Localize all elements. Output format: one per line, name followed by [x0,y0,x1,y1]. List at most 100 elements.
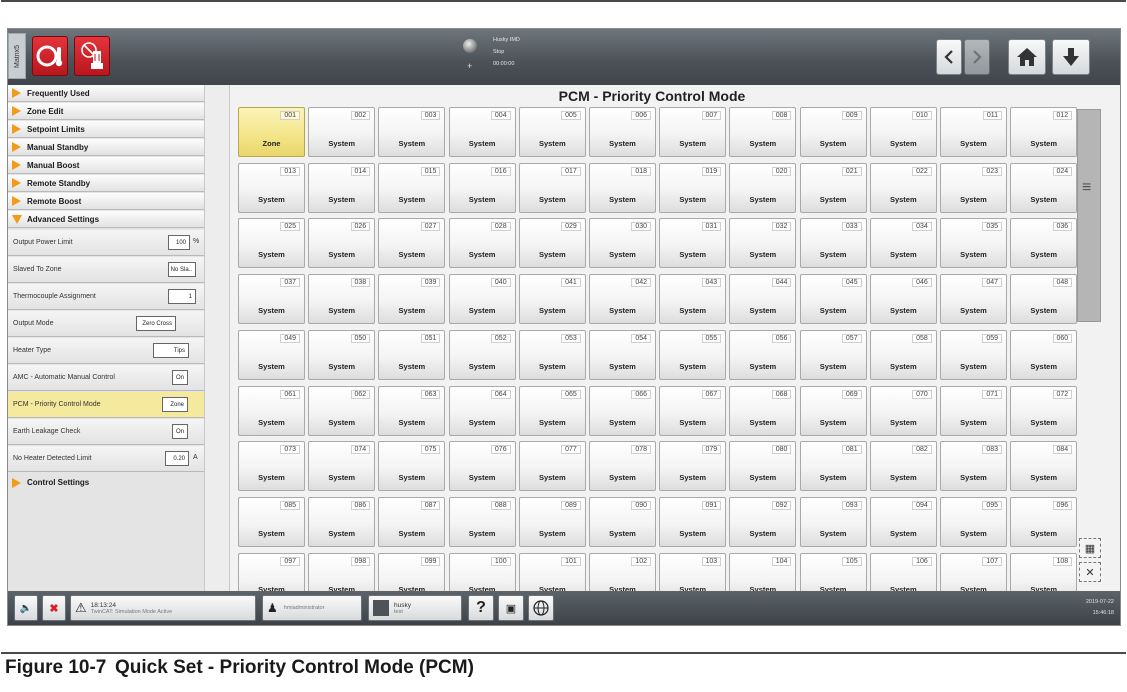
help-button[interactable]: ? [468,595,494,621]
zone-tile[interactable]: 012 System [1010,107,1078,157]
clear-selection-button[interactable]: ✕ [1079,562,1101,582]
zone-tile[interactable]: 075 System [378,441,446,492]
zone-tile[interactable]: 022 System [869,162,937,213]
download-button[interactable] [1052,39,1090,75]
zone-tile[interactable]: 021 System [799,162,867,213]
zone-tile[interactable]: 061 System [238,385,305,436]
language-button[interactable] [528,595,554,621]
menu-manual-standby[interactable]: Manual Standby [8,139,204,156]
zone-tile[interactable]: 001 Zone [238,107,305,157]
zone-tile[interactable]: 053 System [518,329,586,380]
menu-frequently-used[interactable]: Frequently Used [8,85,204,102]
zone-tile[interactable]: 064 System [448,385,516,436]
zone-tile[interactable]: 045 System [799,274,867,325]
zone-tile[interactable]: 037 System [238,274,305,325]
zone-tile[interactable]: 101 System [518,552,586,591]
zone-tile[interactable]: 063 System [378,385,446,436]
zone-tile[interactable]: 049 System [238,329,305,380]
zone-tile[interactable]: 071 System [940,385,1007,436]
zone-tile[interactable]: 026 System [308,218,376,269]
zone-tile[interactable]: 098 System [308,552,376,591]
zone-tile[interactable]: 003 System [378,107,446,157]
zone-tile[interactable]: 017 System [518,162,586,213]
zone-tile[interactable]: 062 System [308,385,376,436]
setting-thermocouple-assignment[interactable]: Thermocouple Assignment 1 [8,284,204,310]
zone-tile[interactable]: 108 System [1010,552,1078,591]
zone-tile[interactable]: 093 System [799,496,867,547]
zone-tile[interactable]: 015 System [378,162,446,213]
zone-tile[interactable]: 103 System [659,552,727,591]
zone-tile[interactable]: 099 System [378,552,446,591]
zone-tile[interactable]: 028 System [448,218,516,269]
zone-tile[interactable]: 082 System [869,441,937,492]
setting-value-field[interactable]: Zero Cross [136,316,176,331]
zone-tile[interactable]: 032 System [729,218,797,269]
setting-output-power-limit[interactable]: Output Power Limit 100 % [8,230,204,256]
zone-tile[interactable]: 089 System [518,496,586,547]
menu-icon[interactable]: ≡ [1082,179,1091,197]
zone-tile[interactable]: 106 System [869,552,937,591]
zone-tile[interactable]: 104 System [729,552,797,591]
zone-tile[interactable]: 105 System [799,552,867,591]
zone-tile[interactable]: 051 System [378,329,446,380]
setting-slaved-to-zone[interactable]: Slaved To Zone No Sla.. [8,257,204,283]
zone-tile[interactable]: 107 System [940,552,1007,591]
zone-tile[interactable]: 041 System [518,274,586,325]
zone-tile[interactable]: 011 System [940,107,1007,157]
zone-tile[interactable]: 034 System [869,218,937,269]
zone-tile[interactable]: 097 System [238,552,305,591]
zone-tile[interactable]: 035 System [940,218,1007,269]
zone-tile[interactable]: 078 System [589,441,656,492]
zone-tile[interactable]: 092 System [729,496,797,547]
zone-tile[interactable]: 066 System [589,385,656,436]
user-login-button[interactable]: ♟ hmiadministrator [262,595,362,621]
tool-button[interactable] [74,36,110,76]
zone-tile[interactable]: 042 System [589,274,656,325]
zone-tile[interactable]: 057 System [799,329,867,380]
zone-tile[interactable]: 013 System [238,162,305,213]
menu-manual-boost[interactable]: Manual Boost [8,157,204,174]
zone-tile[interactable]: 065 System [518,385,586,436]
zone-tile[interactable]: 086 System [308,496,376,547]
zone-tile[interactable]: 070 System [869,385,937,436]
setting-heater-type[interactable]: Heater Type Tips [8,338,204,364]
zone-tile[interactable]: 060 System [1010,329,1078,380]
setting-value-field[interactable]: Tips [153,343,189,358]
zone-tile[interactable]: 008 System [729,107,797,157]
setting-value-field[interactable]: 100 [168,235,190,250]
setting-value-field[interactable]: 1 [168,289,196,304]
zone-tile[interactable]: 073 System [238,441,305,492]
panel-divider[interactable] [204,85,230,591]
zone-tile[interactable]: 068 System [729,385,797,436]
setting-value-field[interactable]: 0.20 [165,451,189,466]
zone-tile[interactable]: 024 System [1010,162,1078,213]
select-all-button[interactable]: ▦ [1079,538,1101,558]
zone-tile[interactable]: 023 System [940,162,1007,213]
zone-tile[interactable]: 095 System [940,496,1007,547]
zone-tile[interactable]: 081 System [799,441,867,492]
zone-tile[interactable]: 056 System [729,329,797,380]
menu-advanced-settings[interactable]: Advanced Settings [8,211,204,228]
zone-tile[interactable]: 088 System [448,496,516,547]
zone-tile[interactable]: 027 System [378,218,446,269]
zone-tile[interactable]: 077 System [518,441,586,492]
screenshot-button[interactable]: ▣ [498,595,524,621]
setting-amc[interactable]: AMC - Automatic Manual Control On [8,365,204,391]
zone-tile[interactable]: 019 System [659,162,727,213]
zone-tile[interactable]: 009 System [799,107,867,157]
setting-output-mode[interactable]: Output Mode Zero Cross [8,311,204,337]
zone-tile[interactable]: 040 System [448,274,516,325]
home-button[interactable] [1008,39,1046,75]
zone-tile[interactable]: 005 System [518,107,586,157]
zone-tile[interactable]: 087 System [378,496,446,547]
setting-value-field[interactable]: On [172,424,188,439]
zone-tile[interactable]: 102 System [589,552,656,591]
zone-tile[interactable]: 069 System [799,385,867,436]
menu-remote-standby[interactable]: Remote Standby [8,175,204,192]
setting-pcm[interactable]: PCM - Priority Control Mode Zone [8,392,204,418]
zone-tile[interactable]: 036 System [1010,218,1078,269]
zone-tile[interactable]: 084 System [1010,441,1078,492]
zone-tile[interactable]: 007 System [659,107,727,157]
zone-tile[interactable]: 079 System [659,441,727,492]
zone-tile[interactable]: 004 System [448,107,516,157]
